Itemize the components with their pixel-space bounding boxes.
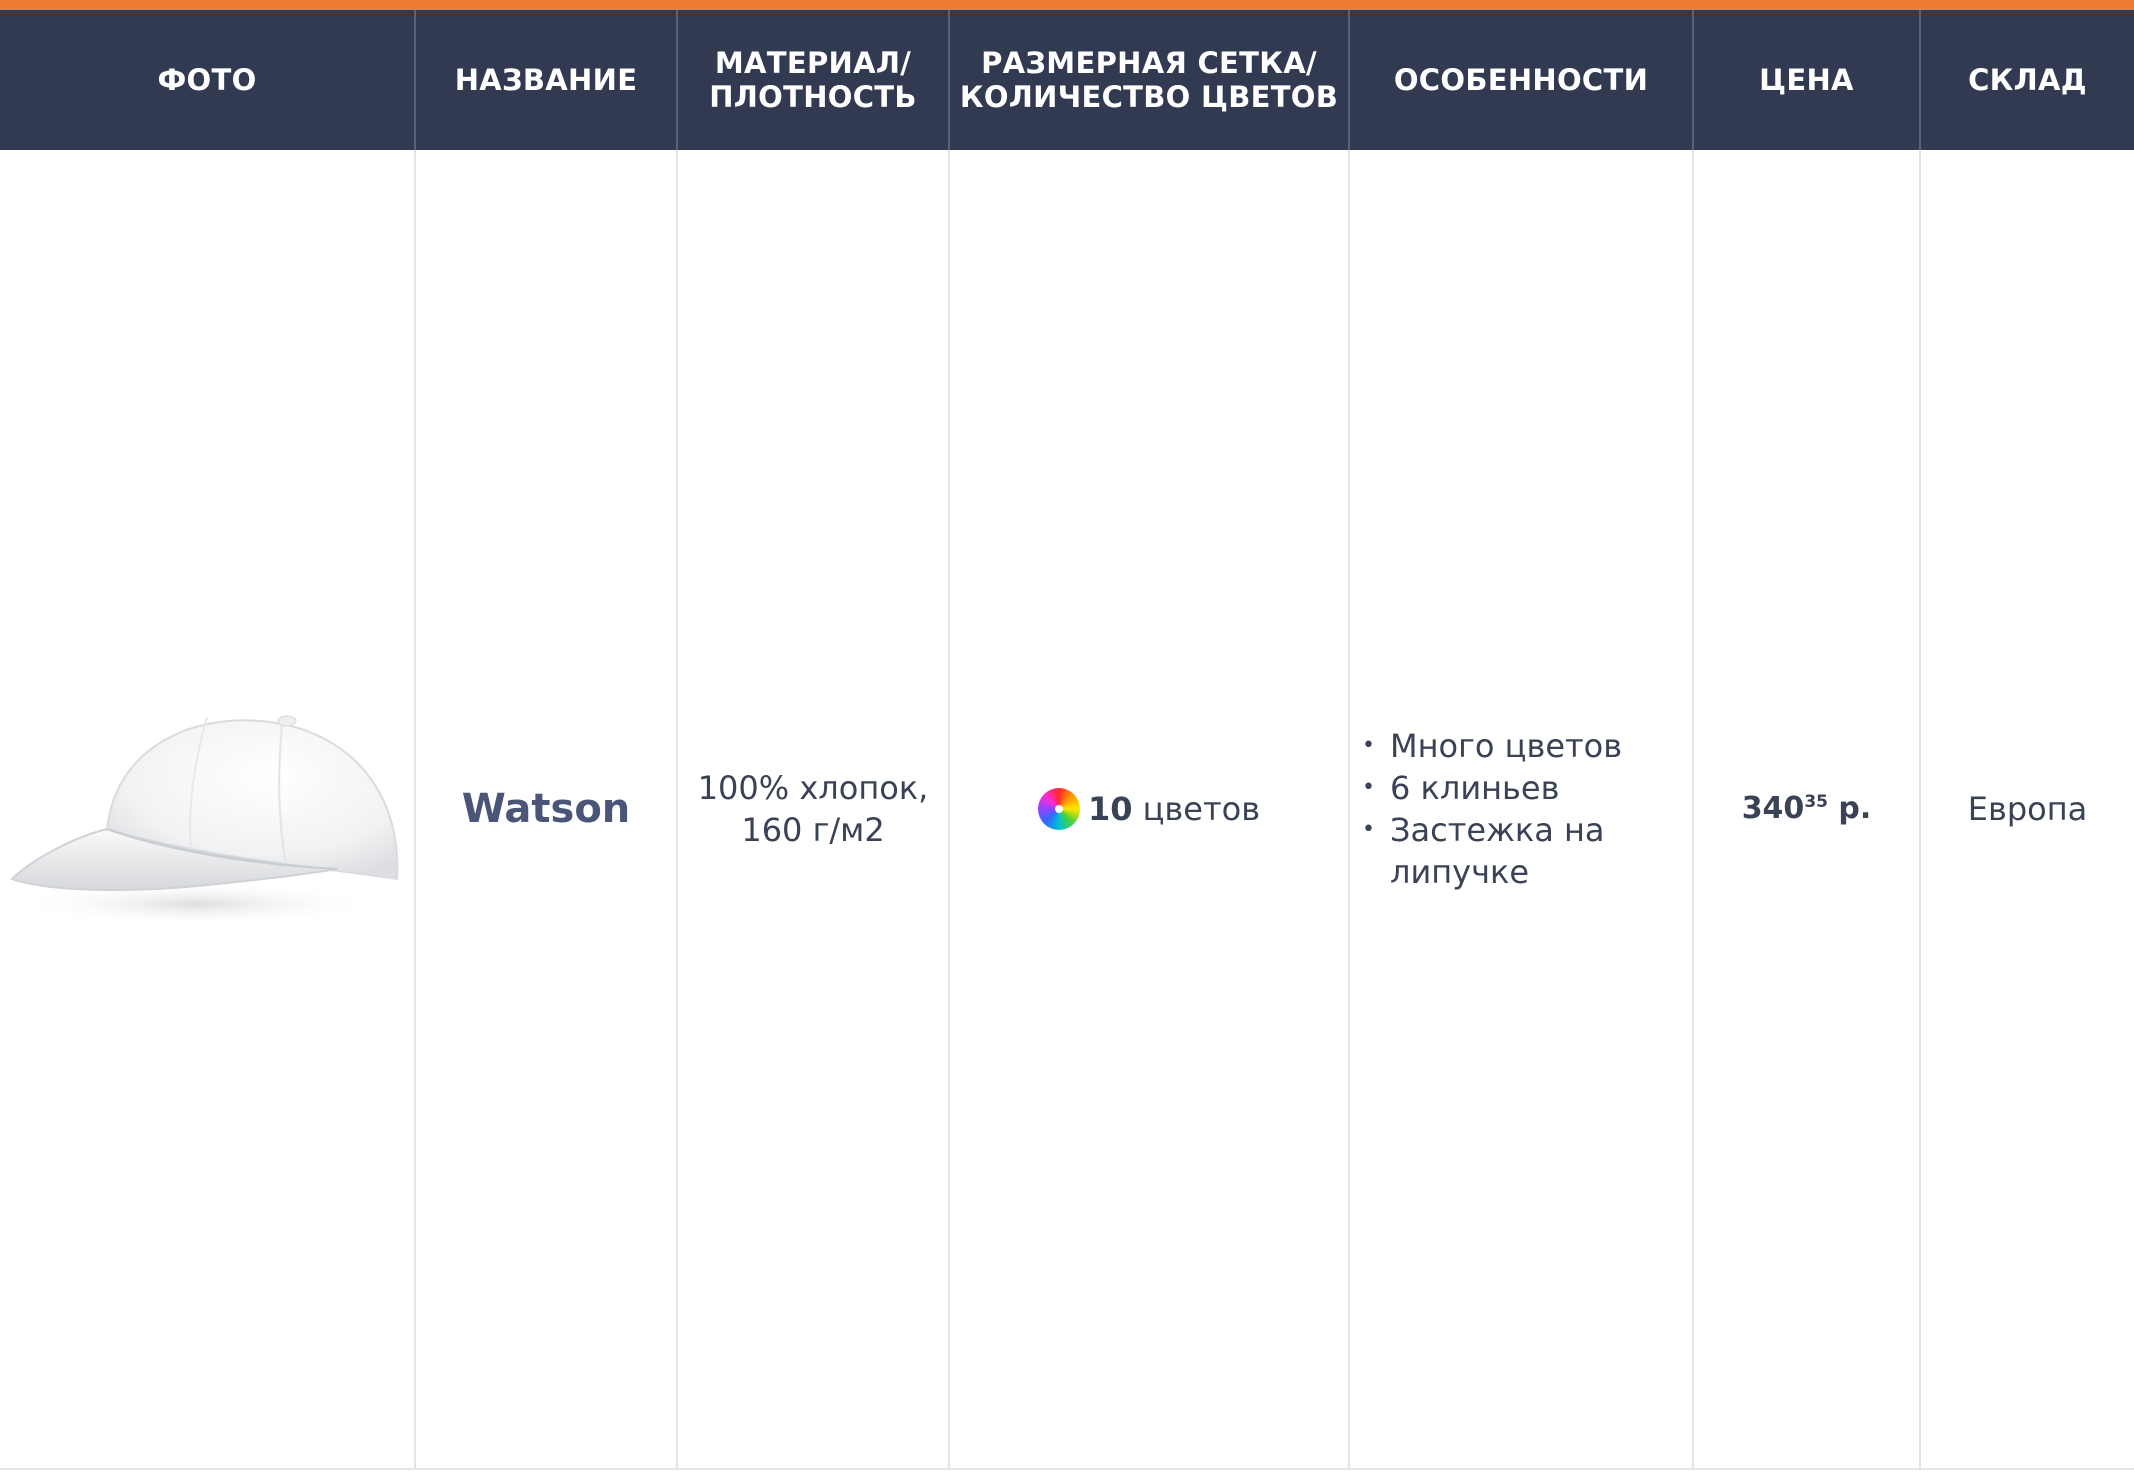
feature-item: Застежка на липучке — [1362, 809, 1692, 893]
colors-label: цветов — [1132, 790, 1261, 828]
price: 34035 р. — [1742, 788, 1872, 830]
header-size: РАЗМЕРНАЯ СЕТКА/ КОЛИЧЕСТВО ЦВЕТОВ — [950, 10, 1350, 150]
table-row: Watson 100% хлопок, 160 г/м2 10 цветов М… — [0, 150, 2134, 1470]
header-features: ОСОБЕННОСТИ — [1350, 10, 1694, 150]
feature-item: Много цветов — [1362, 725, 1692, 767]
colors-count: 10 — [1087, 790, 1133, 828]
cap-product-image — [10, 715, 399, 926]
header-photo: ФОТО — [0, 10, 416, 150]
header-stock: СКЛАД — [1968, 63, 2087, 97]
features-list: Много цветов 6 клиньев Застежка на липуч… — [1350, 725, 1692, 893]
feature-item: 6 клиньев — [1362, 767, 1692, 809]
product-table: ФОТО НАЗВАНИЕ МАТЕРИАЛ/ ПЛОТНОСТЬ РАЗМЕР… — [0, 10, 2134, 1470]
photo-cell — [0, 150, 416, 1468]
stock-location: Европа — [1967, 790, 2088, 828]
material-text: 100% хлопок, 160 г/м2 — [697, 769, 929, 849]
price-main: 340 — [1741, 791, 1805, 826]
stock-cell: Европа — [1921, 150, 2134, 1468]
header-name: НАЗВАНИЕ — [416, 10, 678, 150]
price-kopecks: 35 — [1804, 792, 1828, 812]
price-cell: 34035 р. — [1694, 150, 1921, 1468]
features-cell: Много цветов 6 клиньев Застежка на липуч… — [1350, 150, 1694, 1468]
header-price: ЦЕНА — [1694, 10, 1921, 150]
table-header-row: ФОТО НАЗВАНИЕ МАТЕРИАЛ/ ПЛОТНОСТЬ РАЗМЕР… — [0, 10, 2134, 150]
size-cell: 10 цветов — [950, 150, 1350, 1468]
accent-top-bar — [0, 0, 2134, 10]
header-material: МАТЕРИАЛ/ ПЛОТНОСТЬ — [678, 10, 950, 150]
colors-info: 10 цветов — [1037, 788, 1261, 830]
name-cell: Watson — [416, 150, 678, 1468]
product-name: Watson — [461, 786, 631, 832]
color-wheel-icon — [1037, 788, 1080, 830]
price-currency: р. — [1827, 791, 1872, 826]
material-cell: 100% хлопок, 160 г/м2 — [678, 150, 950, 1468]
